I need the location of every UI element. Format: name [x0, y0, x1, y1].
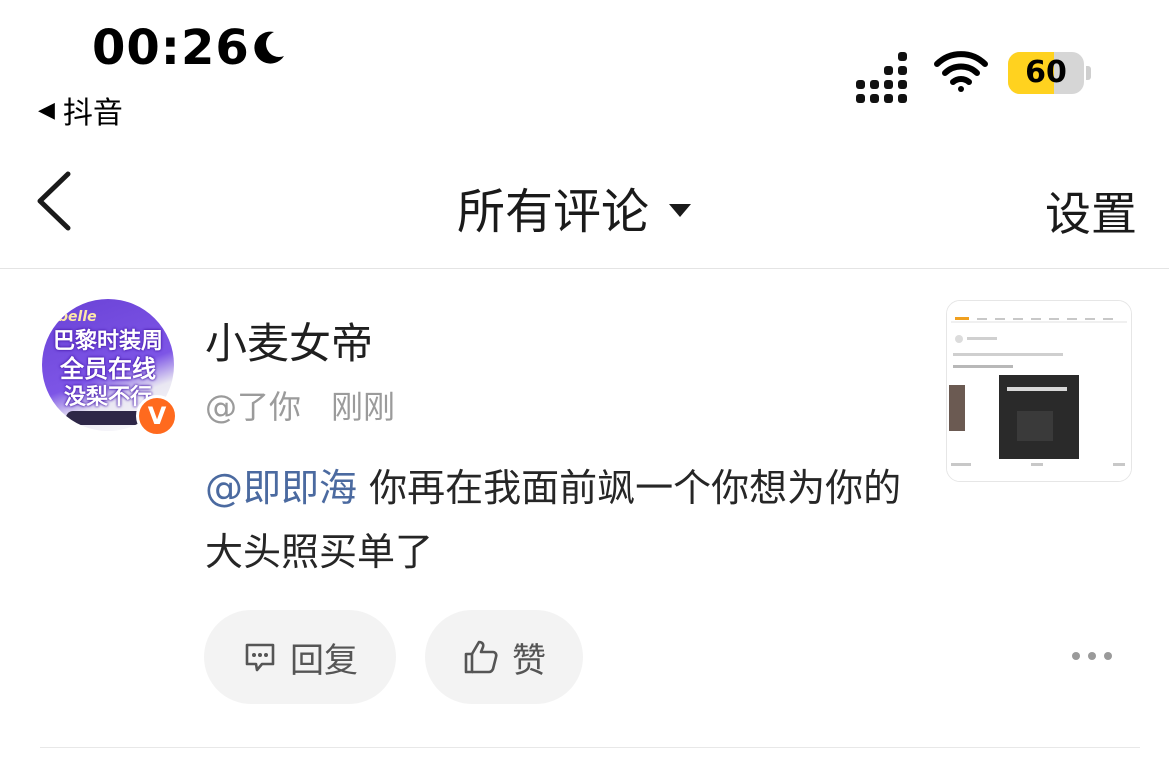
- chat-bubble-icon: [245, 643, 275, 672]
- mention-link[interactable]: @即即海: [205, 466, 357, 510]
- comment-text: @即即海 你再在我面前飒一个你想为你的大头照买单了: [205, 456, 925, 584]
- reply-to-label: @了你: [205, 388, 302, 426]
- comments-filter-dropdown[interactable]: 所有评论: [457, 172, 692, 242]
- comment-meta: @了你 刚刚: [205, 382, 395, 428]
- reply-button[interactable]: 回复: [204, 610, 396, 704]
- more-options-icon[interactable]: [1072, 652, 1112, 660]
- status-time: 00:26: [92, 20, 250, 76]
- caret-down-icon: [669, 203, 692, 217]
- verified-badge-icon: V: [136, 395, 178, 437]
- post-thumbnail[interactable]: [946, 300, 1132, 482]
- comment-divider: [40, 747, 1140, 748]
- comment-time: 刚刚: [331, 388, 396, 426]
- comment-username[interactable]: 小麦女帝: [205, 310, 373, 371]
- settings-button[interactable]: 设置: [1045, 178, 1137, 244]
- back-triangle-icon: ◀: [38, 97, 55, 123]
- like-label: 赞: [512, 640, 546, 681]
- moon-icon: [254, 31, 284, 64]
- back-chevron-icon[interactable]: [30, 168, 78, 234]
- wifi-icon: [934, 51, 988, 92]
- back-app-label: 抖音: [62, 96, 123, 131]
- cellular-signal-icon: [856, 52, 907, 103]
- battery-nub: [1086, 66, 1091, 80]
- nav-title: 所有评论: [457, 184, 650, 240]
- nav-divider: [0, 268, 1169, 269]
- like-button[interactable]: 赞: [425, 610, 583, 704]
- reply-label: 回复: [290, 640, 358, 681]
- back-to-app[interactable]: ◀ 抖音: [38, 88, 123, 132]
- thumbs-up-icon: [464, 640, 498, 674]
- battery-indicator: 60: [1008, 52, 1084, 94]
- battery-percent: 60: [1025, 55, 1067, 90]
